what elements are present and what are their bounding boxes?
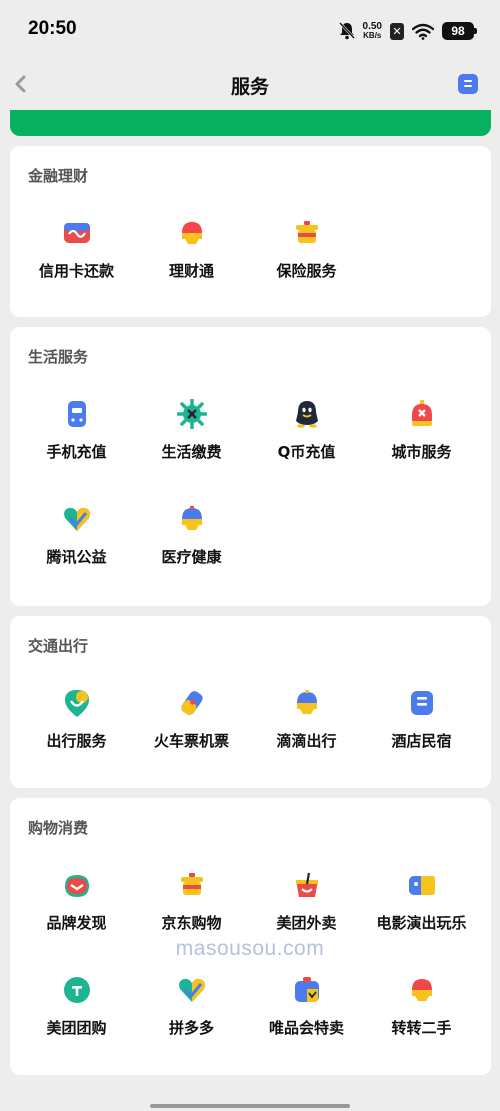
service-charity[interactable]: 腾讯公益 bbox=[19, 504, 134, 567]
section-transport: 交通出行 出行服务 火车票机票 滴滴出行 酒店民宿 bbox=[10, 616, 491, 788]
watermark: masousou.com bbox=[175, 937, 325, 960]
service-movie[interactable]: 电影演出玩乐 bbox=[364, 870, 479, 933]
section-life: 生活服务 手机充值 生活缴费 Q币充值 城市服务 腾讯公益 医疗健康 bbox=[10, 327, 491, 606]
service-insurance[interactable]: 保险服务 bbox=[249, 218, 364, 281]
vip-icon bbox=[292, 975, 322, 1005]
hotel-icon bbox=[407, 688, 437, 718]
status-bar: 20:50 0.50 KB/s ✕ 98 bbox=[0, 0, 500, 60]
medical-icon bbox=[177, 504, 207, 534]
service-travel[interactable]: 出行服务 bbox=[19, 688, 134, 751]
brand-icon bbox=[62, 870, 92, 900]
section-title: 金融理财 bbox=[28, 167, 89, 185]
service-label: 生活缴费 bbox=[161, 443, 222, 461]
service-zhuanzhuan[interactable]: 转转二手 bbox=[364, 975, 479, 1038]
service-label: 酒店民宿 bbox=[391, 732, 452, 750]
phone-icon bbox=[62, 399, 92, 429]
service-label: 品牌发现 bbox=[46, 914, 107, 932]
city-icon bbox=[407, 399, 437, 429]
qq-penguin-icon bbox=[292, 399, 322, 429]
service-city[interactable]: 城市服务 bbox=[364, 399, 479, 462]
battery-indicator: 98 bbox=[442, 22, 477, 40]
service-medical[interactable]: 医疗健康 bbox=[134, 504, 249, 567]
service-label: 京东购物 bbox=[161, 914, 222, 932]
service-label: 转转二手 bbox=[391, 1019, 452, 1037]
meituan-waimai-icon bbox=[292, 870, 322, 900]
service-jd[interactable]: 京东购物 bbox=[134, 870, 249, 933]
service-label: 理财通 bbox=[168, 262, 214, 280]
meituan-tuangou-icon bbox=[62, 975, 92, 1005]
network-speed-unit: KB/s bbox=[363, 31, 382, 40]
bell-muted-icon bbox=[338, 22, 355, 40]
service-brand[interactable]: 品牌发现 bbox=[19, 870, 134, 933]
network-speed-value: 0.50 bbox=[362, 21, 382, 32]
credit-card-icon bbox=[62, 218, 92, 248]
service-label: 出行服务 bbox=[46, 732, 107, 750]
status-time: 20:50 bbox=[28, 18, 77, 39]
section-title: 购物消费 bbox=[28, 819, 89, 837]
service-label: 美团团购 bbox=[46, 1019, 107, 1037]
wealth-bell-icon bbox=[177, 218, 207, 248]
service-phone-topup[interactable]: 手机充值 bbox=[19, 399, 134, 462]
service-label: 拼多多 bbox=[168, 1019, 214, 1037]
utility-icon bbox=[175, 398, 208, 430]
service-label: 电影演出玩乐 bbox=[376, 914, 467, 932]
service-label: 滴滴出行 bbox=[276, 732, 337, 750]
didi-icon bbox=[292, 688, 322, 718]
movie-icon bbox=[407, 870, 437, 900]
network-speed: 0.50 KB/s bbox=[362, 21, 382, 41]
home-indicator[interactable] bbox=[150, 1104, 350, 1108]
jd-icon bbox=[177, 870, 207, 900]
service-label: Q币充值 bbox=[277, 443, 336, 461]
service-didi[interactable]: 滴滴出行 bbox=[249, 688, 364, 751]
section-title: 交通出行 bbox=[28, 637, 89, 655]
service-utility[interactable]: 生活缴费 bbox=[134, 398, 249, 462]
service-label: 保险服务 bbox=[276, 262, 337, 280]
service-hotel[interactable]: 酒店民宿 bbox=[364, 688, 479, 751]
service-label: 火车票机票 bbox=[153, 732, 229, 750]
wifi-icon bbox=[412, 23, 434, 40]
heart-icon bbox=[62, 504, 92, 534]
service-licaitong[interactable]: 理财通 bbox=[134, 218, 249, 281]
pinduoduo-icon bbox=[177, 975, 207, 1005]
service-train-flight[interactable]: 火车票机票 bbox=[134, 688, 249, 751]
wallet-banner[interactable] bbox=[10, 110, 491, 136]
service-label: 唯品会特卖 bbox=[268, 1019, 344, 1037]
section-title: 生活服务 bbox=[28, 348, 89, 366]
more-menu-button[interactable] bbox=[458, 74, 478, 94]
insurance-icon bbox=[292, 218, 322, 248]
zhuanzhuan-icon bbox=[407, 975, 437, 1005]
service-vip[interactable]: 唯品会特卖 bbox=[249, 975, 364, 1038]
service-label: 手机充值 bbox=[46, 443, 107, 461]
page-title: 服务 bbox=[230, 76, 269, 98]
service-meituan-tuangou[interactable]: 美团团购 bbox=[19, 975, 134, 1038]
travel-pin-icon bbox=[62, 688, 92, 718]
service-pinduoduo[interactable]: 拼多多 bbox=[134, 975, 249, 1038]
service-label: 医疗健康 bbox=[161, 548, 222, 566]
no-sim-icon: ✕ bbox=[390, 22, 404, 40]
service-label: 信用卡还款 bbox=[38, 262, 114, 280]
service-label: 腾讯公益 bbox=[46, 548, 107, 566]
service-qcoin[interactable]: Q币充值 bbox=[249, 399, 364, 462]
nav-bar: 服务 bbox=[0, 62, 500, 108]
service-label: 城市服务 bbox=[391, 443, 452, 461]
service-credit-card[interactable]: 信用卡还款 bbox=[19, 218, 134, 281]
service-meituan-waimai[interactable]: 美团外卖 bbox=[249, 870, 364, 933]
train-ticket-icon bbox=[177, 688, 207, 718]
service-label: 美团外卖 bbox=[276, 914, 337, 932]
status-icons: 0.50 KB/s ✕ 98 bbox=[338, 20, 477, 42]
section-finance: 金融理财 信用卡还款 理财通 保险服务 bbox=[10, 146, 491, 317]
